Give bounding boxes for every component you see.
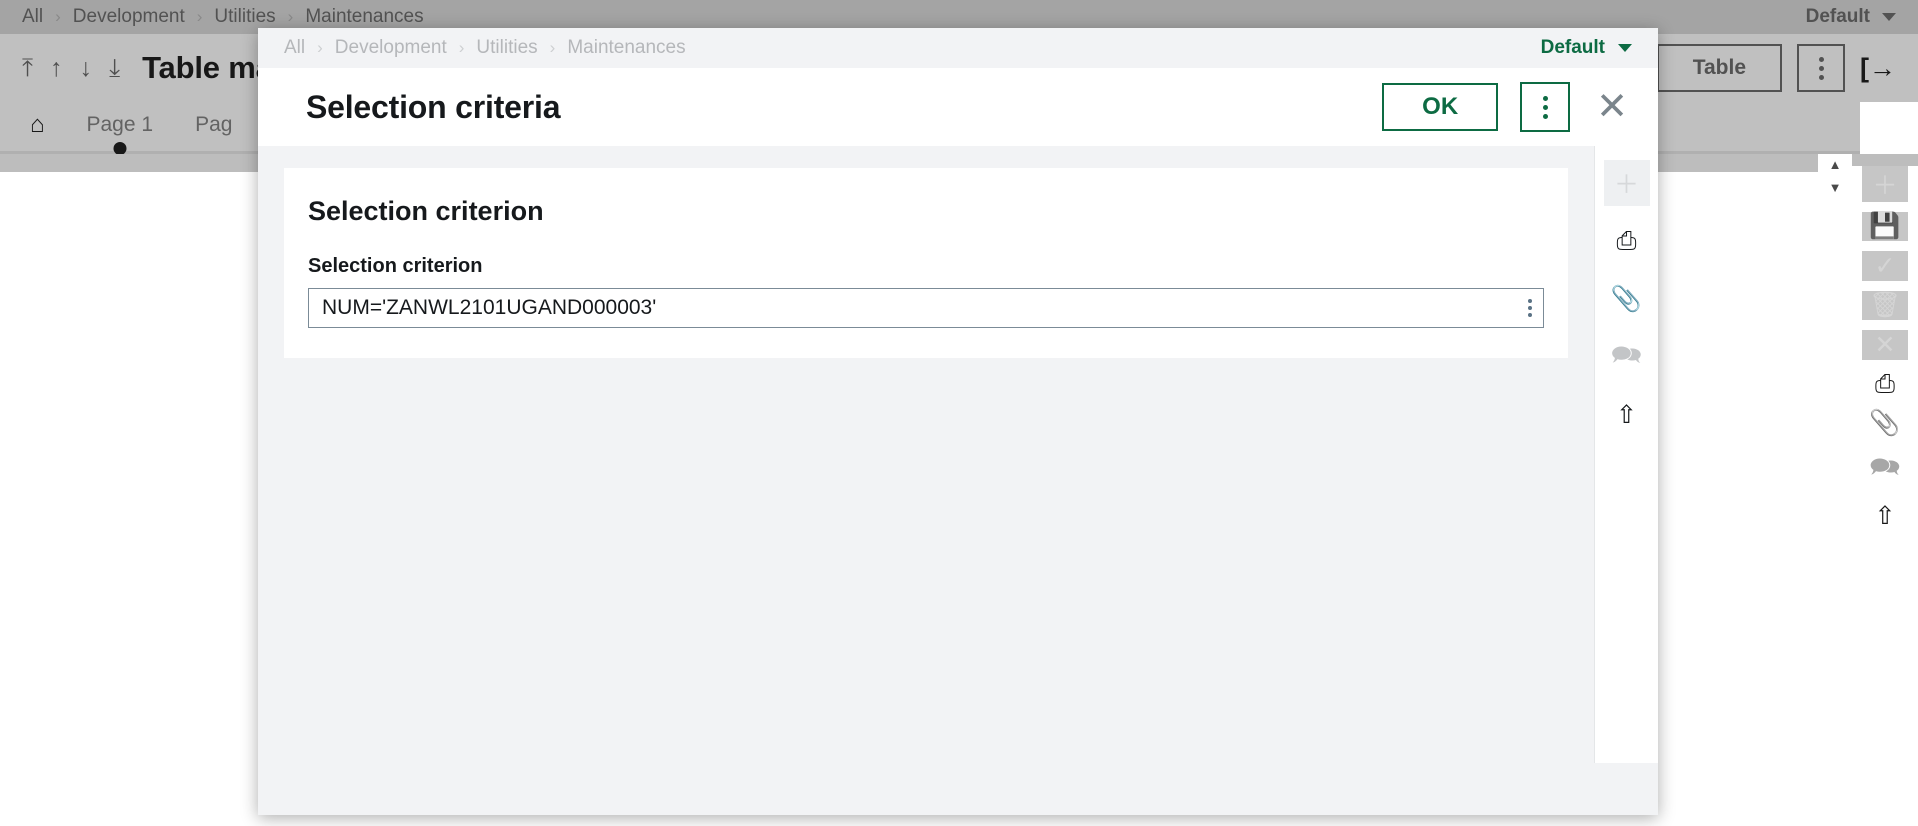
ok-button[interactable]: OK bbox=[1382, 83, 1499, 131]
first-record-icon[interactable]: ⤒ bbox=[22, 55, 33, 81]
tab-home[interactable]: ⌂ bbox=[30, 111, 45, 143]
chevron-down-icon bbox=[1618, 44, 1632, 52]
dialog-main-content: Selection criterion Selection criterion … bbox=[258, 146, 1594, 763]
dialog-actions: OK ✕ bbox=[1382, 82, 1632, 132]
chevron-right-icon: › bbox=[458, 38, 465, 57]
topbar-default-selector[interactable]: Default bbox=[1806, 6, 1896, 28]
dialog-breadcrumb-item-maintenances[interactable]: Maintenances bbox=[567, 37, 685, 59]
selection-criterion-card: Selection criterion Selection criterion … bbox=[284, 168, 1568, 358]
criterion-field-label: Selection criterion bbox=[308, 255, 483, 277]
criterion-card-title: Selection criterion bbox=[308, 196, 544, 226]
comment-icon[interactable]: 🗪 bbox=[1862, 448, 1908, 491]
breadcrumb-item-utilities[interactable]: Utilities bbox=[214, 6, 275, 28]
dialog-breadcrumb-item-utilities[interactable]: Utilities bbox=[476, 37, 537, 59]
kebab-icon bbox=[1542, 95, 1548, 119]
scroll-down-arrow-icon[interactable]: ▼ bbox=[1829, 177, 1842, 198]
save-icon[interactable]: 💾 bbox=[1862, 212, 1908, 241]
page-header-actions: Table [→ bbox=[1656, 44, 1896, 92]
share-icon[interactable]: ⇧ bbox=[1862, 501, 1908, 531]
selection-criteria-dialog: All › Development › Utilities › Maintena… bbox=[258, 28, 1658, 815]
criterion-field-menu-icon[interactable] bbox=[1528, 299, 1532, 317]
next-record-icon[interactable]: ↓ bbox=[80, 55, 93, 81]
chevron-right-icon: › bbox=[317, 38, 323, 57]
dialog-title: Selection criteria bbox=[306, 88, 561, 125]
tab-page-2[interactable]: Pag bbox=[195, 113, 232, 141]
exit-icon[interactable]: [→ bbox=[1860, 53, 1896, 84]
record-navigation: ⤒ ↑ ↓ ⤓ bbox=[22, 55, 120, 81]
dialog-breadcrumb-item-all[interactable]: All bbox=[284, 37, 305, 59]
attach-icon[interactable]: 📎 bbox=[1862, 409, 1908, 438]
breadcrumb: All › Development › Utilities › Maintena… bbox=[22, 6, 424, 28]
close-icon[interactable]: ✕ bbox=[1592, 88, 1632, 126]
kebab-icon bbox=[1818, 56, 1824, 80]
chevron-right-icon: › bbox=[196, 7, 203, 26]
dialog-breadcrumb-bar: All › Development › Utilities › Maintena… bbox=[258, 28, 1658, 68]
page-more-menu-button[interactable] bbox=[1797, 44, 1845, 92]
previous-record-icon[interactable]: ↑ bbox=[50, 55, 63, 81]
dialog-header: Selection criteria OK ✕ bbox=[258, 68, 1658, 146]
dialog-breadcrumb: All › Development › Utilities › Maintena… bbox=[284, 37, 686, 59]
dialog-breadcrumb-item-development[interactable]: Development bbox=[335, 37, 447, 59]
criterion-field[interactable]: NUM='ZANWL2101UGAND000003' bbox=[308, 288, 1544, 328]
trash-icon[interactable]: 🗑 bbox=[1862, 291, 1908, 320]
right-action-rail: ＋ 💾 ✓ 🗑 ✕ ⎙ 📎 🗪 ⇧ bbox=[1852, 154, 1918, 530]
print-icon[interactable]: ⎙ bbox=[1862, 370, 1908, 399]
print-icon[interactable]: ⎙ bbox=[1604, 218, 1650, 264]
breadcrumb-item-development[interactable]: Development bbox=[73, 6, 185, 28]
comment-icon[interactable]: 🗪 bbox=[1604, 334, 1650, 380]
criterion-field-value: NUM='ZANWL2101UGAND000003' bbox=[322, 296, 657, 319]
page-title: Table ma bbox=[142, 50, 273, 85]
chevron-down-icon bbox=[1882, 13, 1896, 21]
chevron-right-icon: › bbox=[549, 38, 556, 57]
chevron-right-icon: › bbox=[55, 7, 61, 26]
share-icon[interactable]: ⇧ bbox=[1604, 392, 1650, 438]
tab-page-1[interactable]: Page 1 bbox=[87, 113, 154, 141]
table-button[interactable]: Table bbox=[1656, 44, 1782, 92]
breadcrumb-item-all[interactable]: All bbox=[22, 6, 43, 28]
default-label: Default bbox=[1805, 6, 1870, 27]
close-x-icon[interactable]: ✕ bbox=[1862, 330, 1908, 360]
dialog-body: Selection criterion Selection criterion … bbox=[258, 146, 1658, 763]
dialog-default-label: Default bbox=[1540, 37, 1605, 58]
attach-icon[interactable]: 📎 bbox=[1604, 276, 1650, 322]
dialog-more-menu-button[interactable] bbox=[1520, 82, 1571, 132]
dialog-footer bbox=[258, 763, 1658, 815]
dialog-default-selector[interactable]: Default bbox=[1541, 37, 1632, 59]
last-record-icon[interactable]: ⤓ bbox=[109, 55, 120, 81]
chevron-right-icon: › bbox=[287, 7, 294, 26]
check-icon[interactable]: ✓ bbox=[1862, 251, 1908, 281]
add-icon[interactable]: ＋ bbox=[1862, 166, 1908, 202]
scroll-up-arrow-icon[interactable]: ▲ bbox=[1829, 154, 1842, 175]
breadcrumb-item-maintenances[interactable]: Maintenances bbox=[305, 6, 423, 28]
dialog-action-rail: ＋ ⎙ 📎 🗪 ⇧ bbox=[1594, 146, 1658, 763]
add-icon[interactable]: ＋ bbox=[1603, 160, 1650, 206]
